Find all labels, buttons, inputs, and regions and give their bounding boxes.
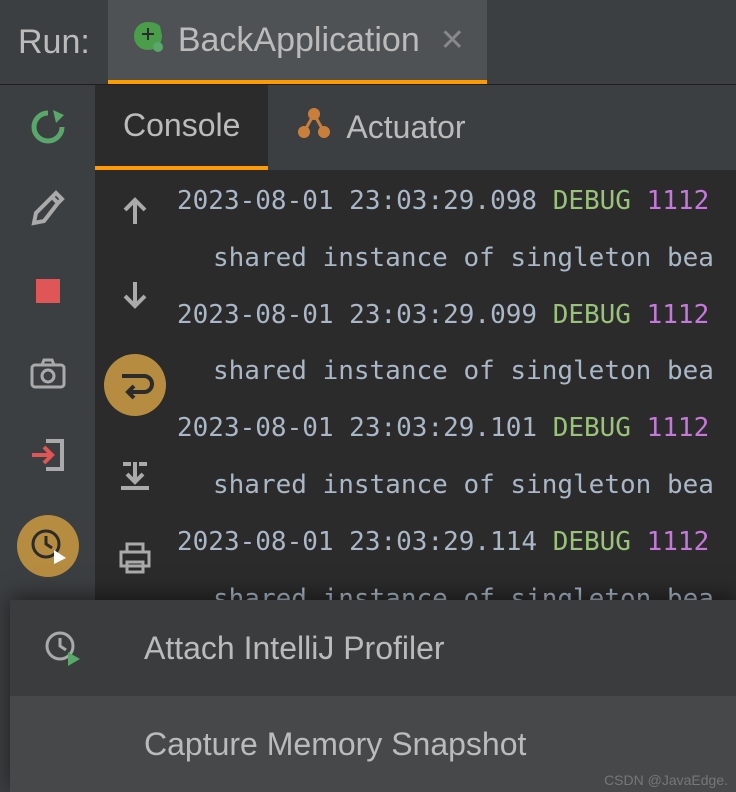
log-line: shared instance of singleton bea bbox=[175, 348, 736, 395]
profiler-menu: Attach IntelliJ Profiler Capture Memory … bbox=[10, 600, 736, 792]
camera-icon[interactable] bbox=[26, 351, 70, 395]
menu-attach-profiler[interactable]: Attach IntelliJ Profiler bbox=[10, 600, 736, 696]
wrench-icon[interactable] bbox=[26, 187, 70, 231]
spring-boot-icon bbox=[130, 20, 178, 61]
exit-icon[interactable] bbox=[26, 433, 70, 477]
menu-attach-label: Attach IntelliJ Profiler bbox=[144, 630, 445, 667]
up-arrow-icon[interactable] bbox=[113, 190, 157, 234]
run-header: Run: BackApplication ✕ bbox=[0, 0, 736, 85]
log-line: 2023-08-01 23:03:29.099 DEBUG 1112 bbox=[175, 292, 736, 339]
log-line: shared instance of singleton bea bbox=[175, 462, 736, 509]
sub-tabs: Console Actuator bbox=[95, 85, 736, 170]
tab-title: BackApplication bbox=[178, 21, 420, 60]
tab-actuator[interactable]: Actuator bbox=[268, 85, 493, 170]
print-icon[interactable] bbox=[113, 536, 157, 580]
memory-snapshot-icon bbox=[40, 722, 84, 766]
log-line: shared instance of singleton bea bbox=[175, 235, 736, 282]
run-label: Run: bbox=[0, 23, 108, 62]
log-line: 2023-08-01 23:03:29.101 DEBUG 1112 bbox=[175, 405, 736, 452]
rerun-icon[interactable] bbox=[26, 105, 70, 149]
tab-actuator-label: Actuator bbox=[346, 109, 465, 146]
close-icon[interactable]: ✕ bbox=[440, 23, 465, 58]
tab-console[interactable]: Console bbox=[95, 85, 268, 170]
menu-capture-label: Capture Memory Snapshot bbox=[144, 726, 526, 763]
down-arrow-icon[interactable] bbox=[113, 272, 157, 316]
scroll-to-end-icon[interactable] bbox=[113, 454, 157, 498]
run-config-tab[interactable]: BackApplication ✕ bbox=[108, 0, 487, 84]
profiler-button[interactable] bbox=[17, 515, 79, 577]
profiler-clock-icon bbox=[40, 626, 84, 670]
watermark: CSDN @JavaEdge. bbox=[604, 772, 728, 788]
log-line: 2023-08-01 23:03:29.098 DEBUG 1112 bbox=[175, 178, 736, 225]
actuator-icon bbox=[296, 106, 346, 150]
stop-icon[interactable] bbox=[26, 269, 70, 313]
soft-wrap-button[interactable] bbox=[104, 354, 166, 416]
tab-console-label: Console bbox=[123, 107, 240, 144]
log-line: 2023-08-01 23:03:29.114 DEBUG 1112 bbox=[175, 519, 736, 566]
